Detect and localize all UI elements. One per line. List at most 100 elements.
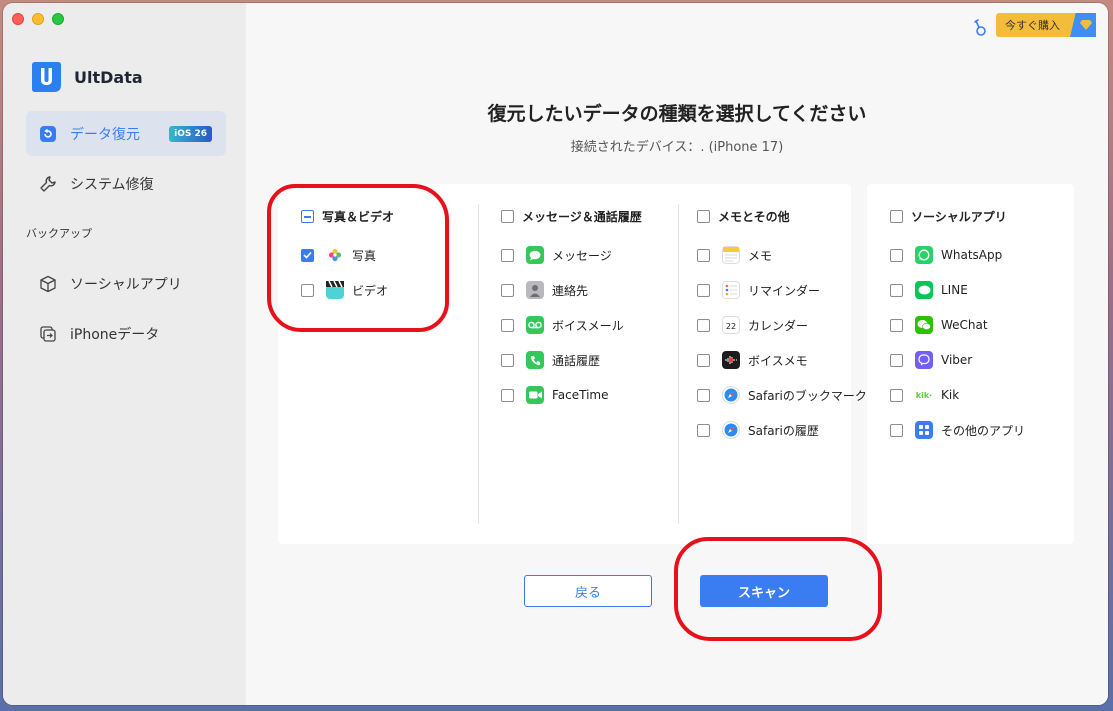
category-label: メモとその他 [718,210,790,224]
buy-now-button[interactable]: 今すぐ購入 [996,13,1096,37]
list-item-wechat[interactable]: WeChat [890,316,988,334]
device-sync-icon [38,324,58,344]
item-label: メモ [748,248,773,263]
list-item-facetime[interactable]: FaceTime [501,386,609,404]
sidebar-item-iphone-data[interactable]: iPhoneデータ [26,311,226,356]
checkbox[interactable] [697,318,710,332]
sidebar-item-data-recovery[interactable]: データ復元 iOS 26 [26,111,226,156]
checkbox[interactable] [890,248,903,262]
minimize-window-button[interactable] [32,13,44,25]
checkbox[interactable] [697,423,710,437]
key-icon[interactable] [972,17,988,37]
checkbox[interactable] [890,388,903,402]
sidebar-item-system-repair[interactable]: システム修復 [26,161,226,206]
checkbox[interactable] [697,283,710,297]
item-label: ボイスメール [552,318,624,333]
divider [478,204,479,524]
list-item-voice-memos[interactable]: ボイスメモ [697,351,808,369]
category-label: メッセージ＆通話履歴 [522,210,642,224]
list-item-line[interactable]: LINE [890,281,968,299]
checkbox[interactable] [890,318,903,332]
category-label: ソーシャルアプリ [911,210,1007,224]
cube-icon [38,274,58,294]
back-button[interactable]: 戻る [524,575,652,607]
safari-icon [722,421,740,439]
checkbox[interactable] [501,388,514,402]
checkbox[interactable] [697,353,710,367]
item-label: リマインダー [748,283,821,298]
zoom-window-button[interactable] [52,13,64,25]
main-content: 今すぐ購入 復元したいデータの種類を選択してください 接続されたデバイス：. (… [246,3,1108,705]
item-label: 通話履歴 [552,353,601,368]
category-header-messages-calls[interactable]: メッセージ＆通話履歴 [501,208,642,225]
wrench-icon [38,174,58,194]
reminders-icon [722,281,740,299]
voice-memos-icon [722,351,740,369]
highlight-annotation [674,537,882,641]
list-item-notes[interactable]: メモ [697,246,772,264]
item-label: Kik [941,388,960,402]
sidebar-item-label: iPhoneデータ [70,326,160,343]
list-item-messages[interactable]: メッセージ [501,246,612,264]
notes-icon [722,246,740,264]
item-label: LINE [941,283,968,297]
sidebar-item-label: データ復元 [70,126,140,143]
sidebar-item-social-apps[interactable]: ソーシャルアプリ [26,261,226,306]
list-item-kik[interactable]: kik· Kik [890,386,959,404]
voicemail-icon [526,316,544,334]
app-name: UltData [74,67,143,87]
item-label: Safariの履歴 [748,423,819,438]
checkbox[interactable] [501,353,514,367]
item-label: WhatsApp [941,248,1003,262]
checkbox[interactable] [890,210,903,223]
device-subtitle: 接続されたデバイス：. (iPhone 17) [570,140,784,155]
list-item-reminders[interactable]: リマインダー [697,281,820,299]
calendar-icon: 22 [722,316,740,334]
list-item-whatsapp[interactable]: WhatsApp [890,246,1002,264]
sidebar: UltData データ復元 iOS 26 システム修復 バックアップ ソーシャル… [3,3,246,705]
checkbox[interactable] [501,318,514,332]
list-item-other-apps[interactable]: その他のアプリ [890,421,1025,439]
phone-icon [526,351,544,369]
safari-icon [722,386,740,404]
highlight-annotation [267,184,449,332]
list-item-safari-bookmarks[interactable]: Safariのブックマーク [697,386,867,404]
checkbox[interactable] [697,210,710,223]
list-item-contacts[interactable]: 連絡先 [501,281,588,299]
checkbox[interactable] [697,388,710,402]
category-header-notes-other[interactable]: メモとその他 [697,208,790,225]
item-label: その他のアプリ [941,423,1026,438]
list-item-viber[interactable]: Viber [890,351,972,369]
checkbox[interactable] [501,248,514,262]
facetime-icon [526,386,544,404]
recovery-icon [38,124,58,144]
whatsapp-icon [915,246,933,264]
sidebar-item-label: システム修復 [70,176,154,193]
ultdata-logo-icon [32,62,61,92]
item-label: 連絡先 [552,283,589,298]
line-icon [915,281,933,299]
checkbox[interactable] [697,248,710,262]
checkbox[interactable] [501,210,514,223]
checkbox[interactable] [890,283,903,297]
checkbox[interactable] [890,423,903,437]
social-apps-panel: ソーシャルアプリ WhatsApp LINE WeChat Viber kik·… [867,184,1074,544]
item-label: メッセージ [552,248,612,263]
close-window-button[interactable] [12,13,24,25]
category-header-social-apps[interactable]: ソーシャルアプリ [890,208,1007,225]
messages-icon [526,246,544,264]
checkbox[interactable] [890,353,903,367]
list-item-calendar[interactable]: 22 カレンダー [697,316,808,334]
wechat-icon [915,316,933,334]
item-label: WeChat [941,318,988,332]
diamond-icon [1070,13,1096,37]
page-title: 復元したいデータの種類を選択してください [487,103,867,125]
checkbox[interactable] [501,283,514,297]
list-item-voicemail[interactable]: ボイスメール [501,316,624,334]
backup-section-label: バックアップ [26,227,92,240]
list-item-safari-history[interactable]: Safariの履歴 [697,421,819,439]
item-label: Safariのブックマーク [748,388,867,403]
list-item-call-history[interactable]: 通話履歴 [501,351,600,369]
other-apps-icon [915,421,933,439]
item-label: ボイスメモ [748,353,808,368]
